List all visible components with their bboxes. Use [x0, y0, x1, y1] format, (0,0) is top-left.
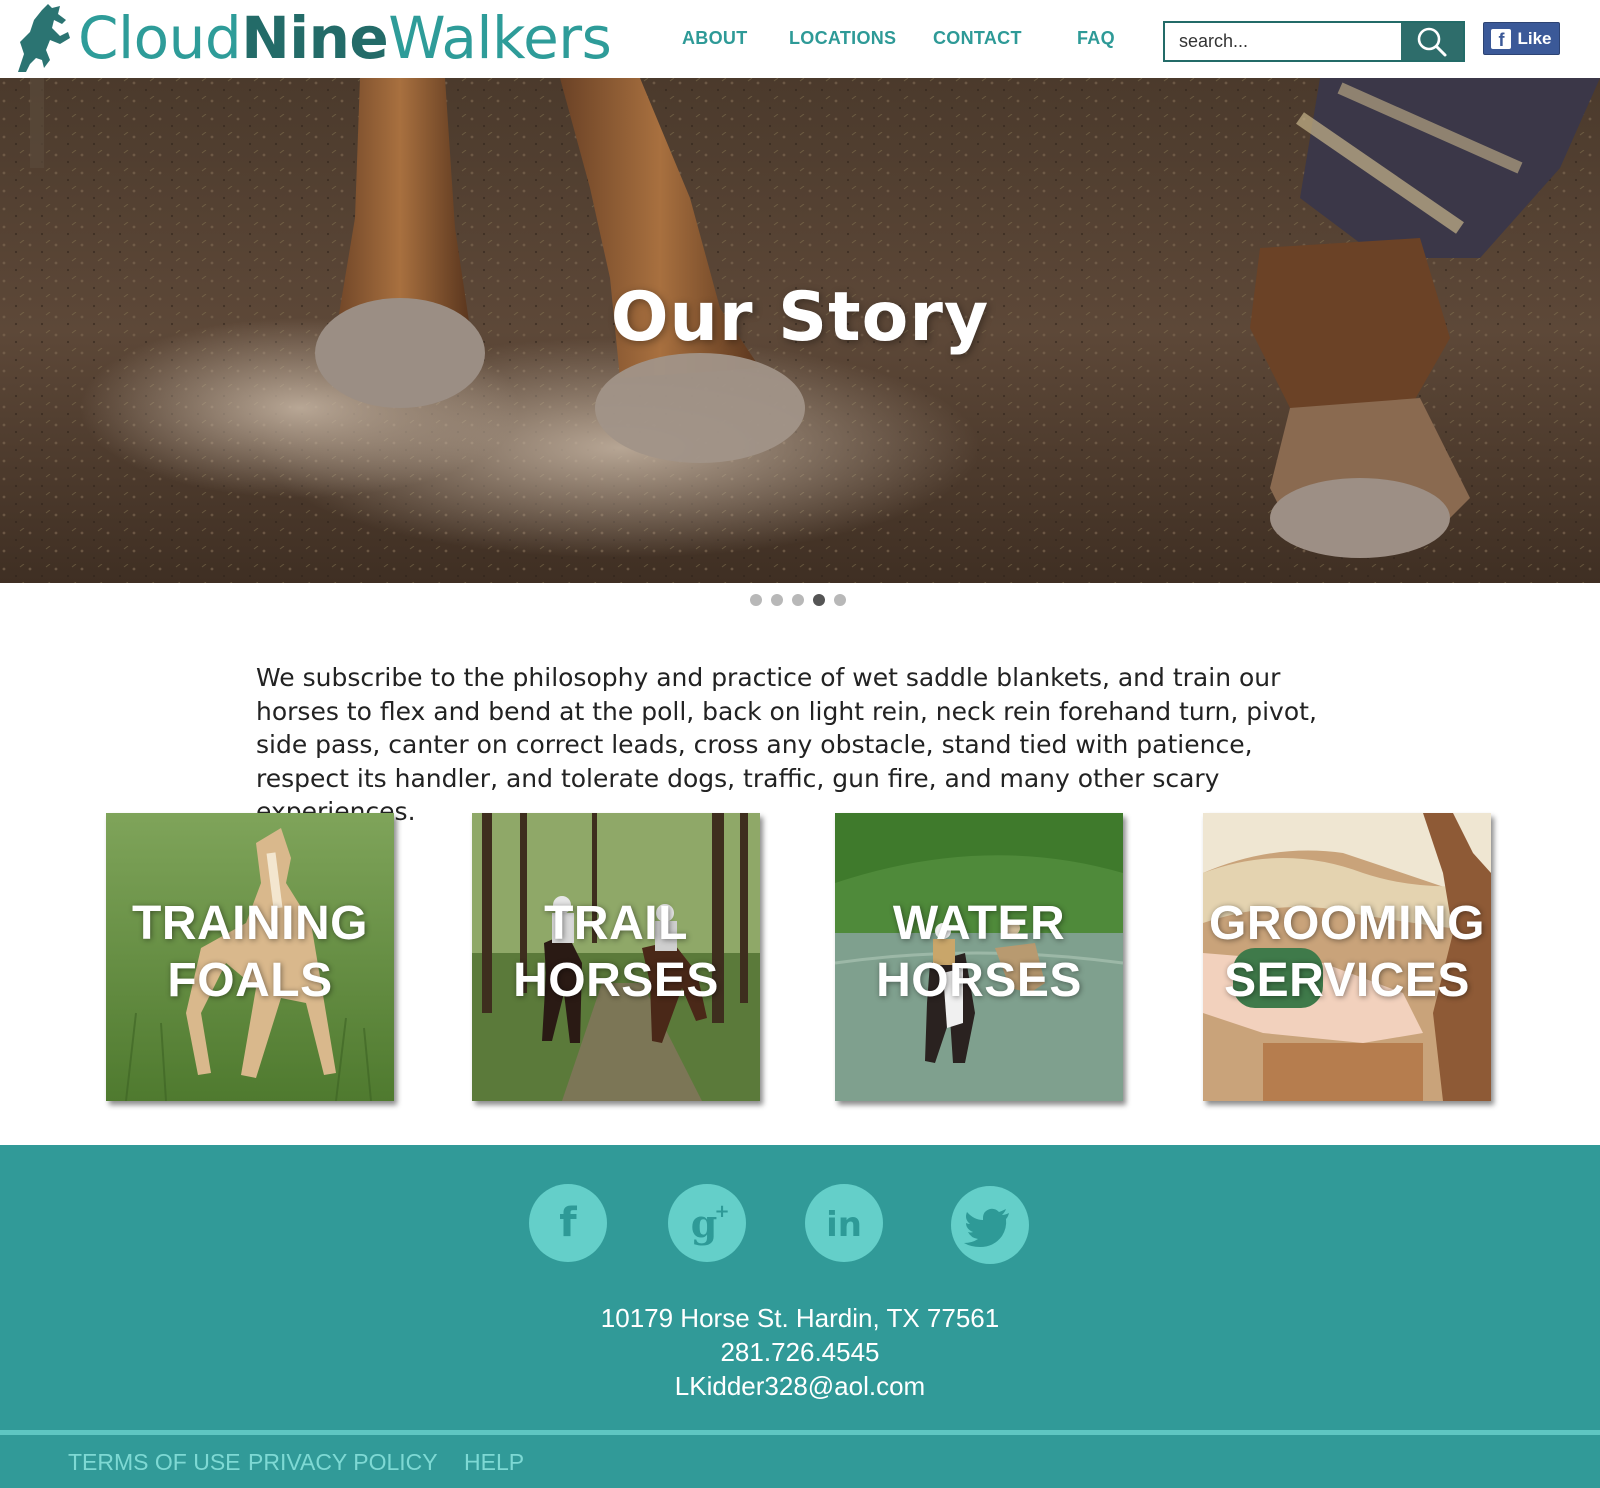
slider-dot-4-active[interactable] [813, 594, 825, 606]
site-footer: f g + in 10179 Horse St. Hardin, TX 7756… [0, 1145, 1600, 1430]
footer-phone[interactable]: 281.726.4545 [0, 1337, 1600, 1368]
service-title-line1: WATER [892, 897, 1066, 950]
facebook-icon: f [559, 1200, 577, 1246]
rearing-horse-logo-icon [18, 4, 70, 72]
service-tile-trail-horses[interactable]: TRAIL HORSES [472, 813, 760, 1101]
privacy-policy-link[interactable]: PRIVACY POLICY [248, 1449, 438, 1476]
search-input[interactable] [1165, 23, 1403, 60]
service-tile-grooming-services[interactable]: GROOMING SERVICES [1203, 813, 1491, 1101]
service-tile-training-foals[interactable]: TRAINING FOALS [106, 813, 394, 1101]
service-title-line2: FOALS [167, 954, 333, 1007]
svg-text:in: in [826, 1205, 862, 1245]
search-button[interactable] [1401, 23, 1463, 60]
nav-faq[interactable]: FAQ [1077, 28, 1115, 49]
search-box [1163, 21, 1465, 62]
service-label: GROOMING SERVICES [1203, 895, 1491, 1009]
footer-address: 10179 Horse St. Hardin, TX 77561 [600, 1303, 1000, 1333]
service-title-line1: TRAIL [544, 897, 688, 950]
help-link[interactable]: HELP [464, 1449, 524, 1476]
facebook-like-button[interactable]: f Like [1483, 22, 1560, 55]
linkedin-icon: in [826, 1205, 862, 1245]
service-label: TRAINING FOALS [106, 895, 394, 1009]
svg-text:f: f [559, 1200, 577, 1246]
story-paragraph: We subscribe to the philosophy and pract… [256, 663, 1317, 826]
service-label: WATER HORSES [835, 895, 1123, 1009]
hero-banner: Our Story [0, 78, 1600, 583]
google-plus-social-link[interactable]: g + [668, 1184, 746, 1262]
footer-bottom-bar: TERMS OF USE PRIVACY POLICY HELP [0, 1435, 1600, 1488]
twitter-icon [964, 1208, 1009, 1247]
svg-text:+: + [714, 1201, 729, 1222]
google-plus-icon: g + [691, 1201, 730, 1246]
logo-word-walkers: Walkers [388, 4, 612, 72]
facebook-icon: f [1491, 28, 1512, 50]
slider-dot-1[interactable] [750, 594, 762, 606]
logo-word-cloud: Cloud [78, 4, 242, 72]
slider-dot-3[interactable] [792, 594, 804, 606]
service-title-line2: HORSES [513, 954, 719, 1007]
slider-dots [750, 594, 846, 606]
svg-text:g: g [691, 1201, 718, 1246]
service-label: TRAIL HORSES [472, 895, 760, 1009]
facebook-like-label: Like [1517, 28, 1552, 48]
linkedin-social-link[interactable]: in [805, 1184, 883, 1262]
nav-about[interactable]: ABOUT [682, 28, 748, 49]
search-icon [1417, 27, 1447, 56]
site-logo[interactable]: CloudNineWalkers [10, 2, 612, 74]
twitter-social-link[interactable] [951, 1186, 1029, 1264]
site-header: CloudNineWalkers ABOUT LOCATIONS CONTACT… [0, 0, 1600, 78]
logo-word-nine: Nine [241, 4, 389, 72]
service-title-line1: GROOMING [1209, 897, 1485, 950]
service-title-line2: HORSES [876, 954, 1082, 1007]
slider-dot-2[interactable] [771, 594, 783, 606]
nav-locations[interactable]: LOCATIONS [789, 28, 896, 49]
service-title-line1: TRAINING [132, 897, 368, 950]
service-title-line2: SERVICES [1224, 954, 1470, 1007]
facebook-social-link[interactable]: f [529, 1184, 607, 1262]
hero-title: Our Story [610, 278, 990, 357]
nav-contact[interactable]: CONTACT [933, 28, 1022, 49]
terms-of-use-link[interactable]: TERMS OF USE [68, 1449, 241, 1476]
logo-wordmark: CloudNineWalkers [78, 4, 612, 72]
slider-dot-5[interactable] [834, 594, 846, 606]
footer-email[interactable]: LKidder328@aol.com [0, 1371, 1600, 1402]
service-tile-water-horses[interactable]: WATER HORSES [835, 813, 1123, 1101]
